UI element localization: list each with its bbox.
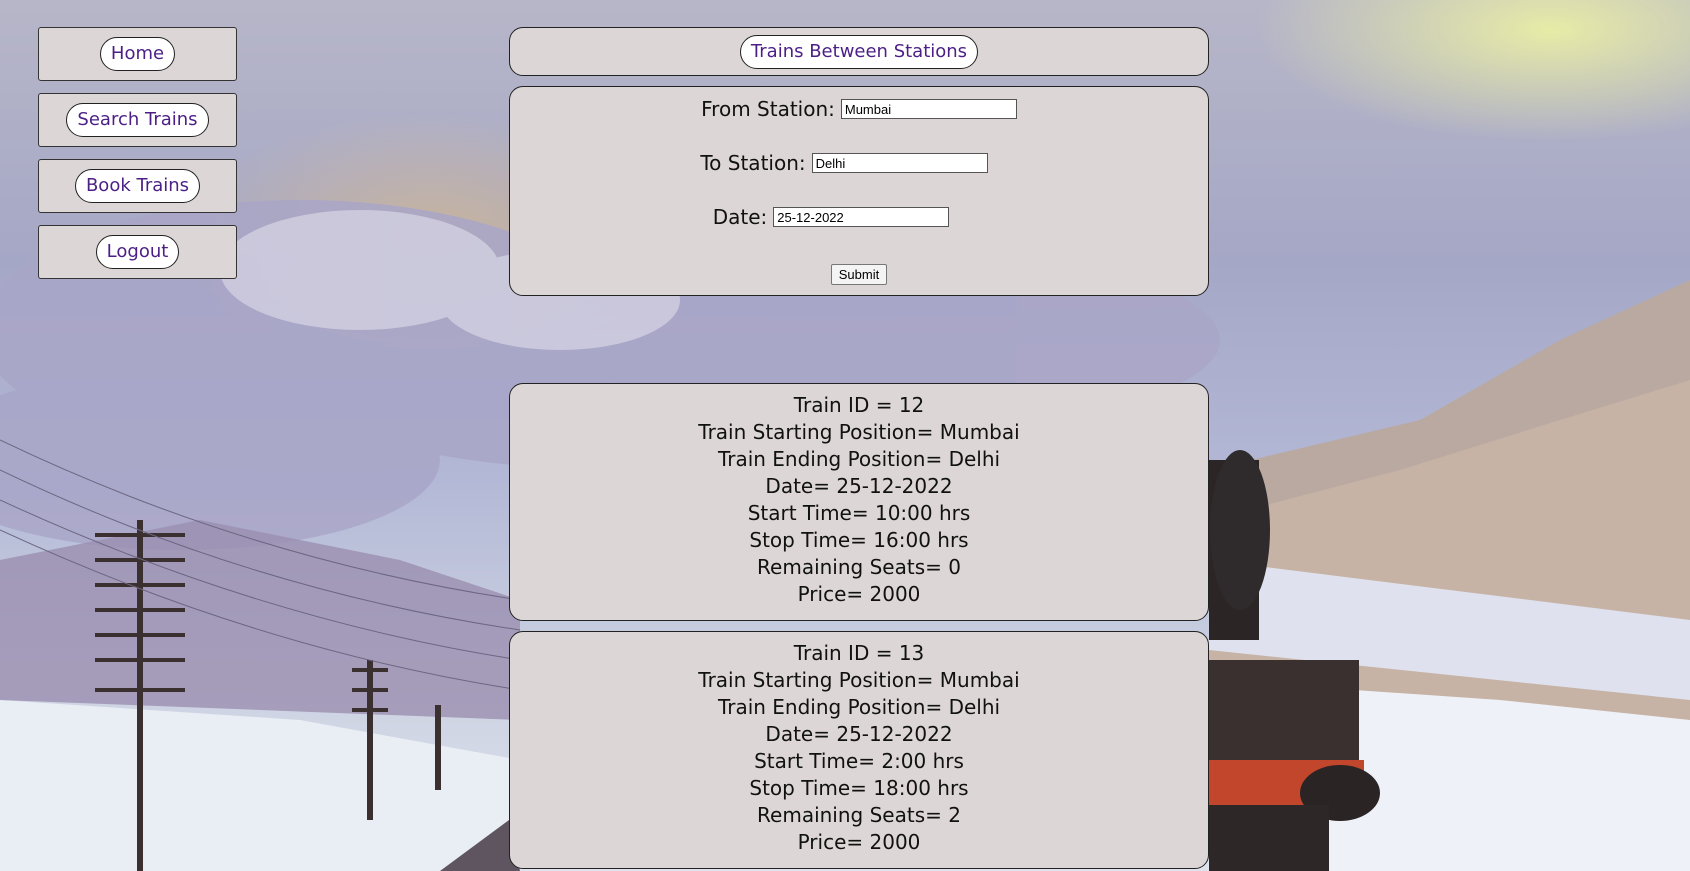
train-remaining-seats: Remaining Seats= 0 (757, 555, 961, 579)
date-row: Date: (454, 205, 1208, 229)
train-date: Date= 25-12-2022 (765, 722, 953, 746)
nav-book-box: Book Trains (38, 159, 237, 213)
nav-search-box: Search Trains (38, 93, 237, 147)
from-station-label: From Station: (701, 97, 835, 121)
from-station-row: From Station: (510, 97, 1208, 121)
home-button[interactable]: Home (99, 37, 176, 71)
train-date: Date= 25-12-2022 (765, 474, 953, 498)
search-trains-button[interactable]: Search Trains (66, 103, 209, 137)
train-start-time: Start Time= 2:00 hrs (754, 749, 964, 773)
train-remaining-seats: Remaining Seats= 2 (757, 803, 961, 827)
train-price: Price= 2000 (797, 830, 921, 854)
date-label: Date: (712, 205, 768, 229)
submit-button[interactable]: Submit (830, 264, 888, 285)
train-stop-time: Stop Time= 16:00 hrs (749, 528, 969, 552)
submit-row: Submit (510, 264, 1208, 285)
train-id: Train ID = 12 (793, 393, 925, 417)
train-start-time: Start Time= 10:00 hrs (747, 501, 971, 525)
train-start-position: Train Starting Position= Mumbai (698, 420, 1020, 444)
train-card: Train ID = 13 Train Starting Position= M… (509, 631, 1209, 869)
train-price: Price= 2000 (797, 582, 921, 606)
to-station-row: To Station: (480, 151, 1208, 175)
train-card: Train ID = 12 Train Starting Position= M… (509, 383, 1209, 621)
from-station-input[interactable] (840, 99, 1017, 119)
to-station-input[interactable] (811, 153, 988, 173)
nav-home-box: Home (38, 27, 237, 81)
train-id: Train ID = 13 (793, 641, 925, 665)
train-start-position: Train Starting Position= Mumbai (698, 668, 1020, 692)
nav-logout-box: Logout (38, 225, 237, 279)
train-end-position: Train Ending Position= Delhi (717, 447, 1001, 471)
train-stop-time: Stop Time= 18:00 hrs (749, 776, 969, 800)
book-trains-button[interactable]: Book Trains (74, 169, 201, 203)
search-form: From Station: To Station: Date: Submit (509, 86, 1209, 296)
train-end-position: Train Ending Position= Delhi (717, 695, 1001, 719)
trains-between-stations-button[interactable]: Trains Between Stations (739, 34, 979, 69)
date-input[interactable] (773, 207, 950, 227)
page-header: Trains Between Stations (509, 27, 1209, 76)
logout-button[interactable]: Logout (95, 235, 180, 269)
to-station-label: To Station: (700, 151, 806, 175)
